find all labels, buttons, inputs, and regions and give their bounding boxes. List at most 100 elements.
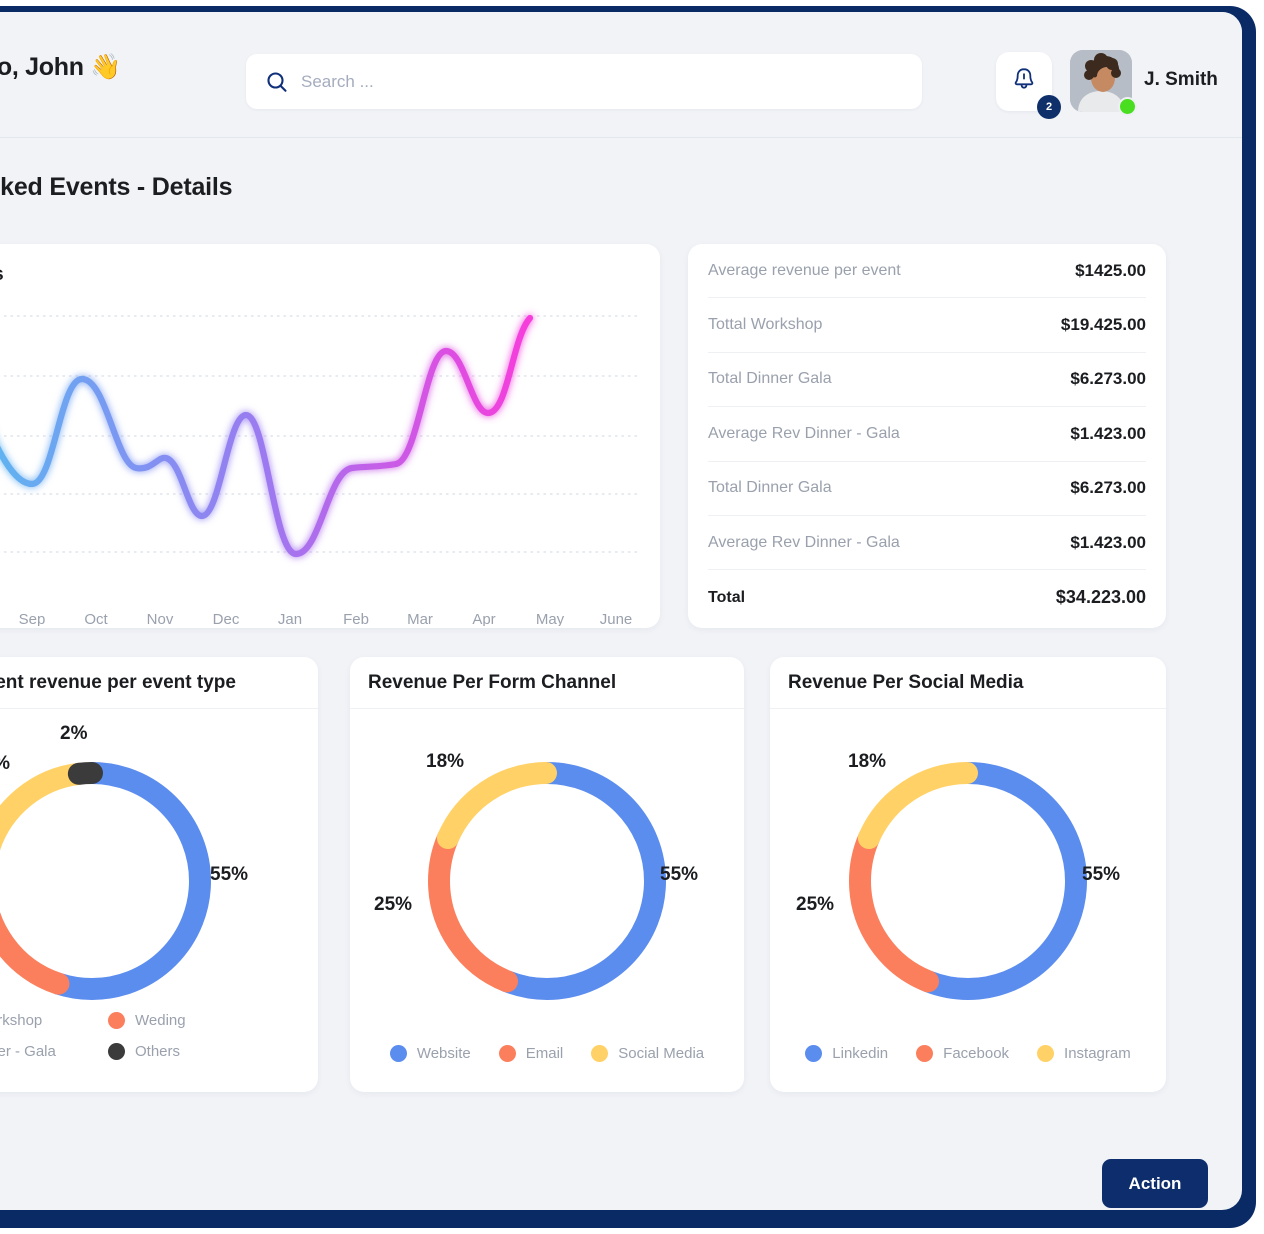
donut-svg <box>0 762 211 1000</box>
greeting-text: ello, John 👋 <box>0 53 122 81</box>
avatar-wrapper[interactable] <box>1070 50 1137 116</box>
sales-chart-card: Sales <box>0 244 660 628</box>
donut-card-form-channel: Revenue Per Form Channel 18% 25% 55% Web… <box>350 657 744 1092</box>
stat-label: Tottal Workshop <box>708 316 823 334</box>
legend-dot-instagram <box>1037 1045 1055 1062</box>
sales-chart-title: Sales <box>0 264 4 286</box>
donut-pct-facebook: 25% <box>796 894 835 915</box>
donut-svg <box>849 762 1087 1000</box>
bell-icon <box>1011 66 1037 98</box>
stat-value-total: $34.223.00 <box>1055 587 1146 608</box>
legend-label: Website <box>416 1045 471 1062</box>
action-button[interactable]: Action <box>1102 1159 1208 1208</box>
stat-label: Average revenue per event <box>708 261 901 279</box>
stat-value: $1.423.00 <box>1070 423 1146 443</box>
stat-label: Total Dinner Gala <box>708 370 832 388</box>
search-box[interactable] <box>246 54 922 109</box>
user-name: J. Smith <box>1144 69 1218 90</box>
sales-line-chart: 10000 8000 4000 2000 00 Sep Oct Nov Dec … <box>0 314 639 626</box>
app-header: ello, John 👋 2 <box>0 12 1242 138</box>
legend-dot-email <box>498 1045 516 1062</box>
stat-label: Average Rev Dinner - Gala <box>708 424 900 442</box>
svg-text:Nov: Nov <box>147 611 174 626</box>
legend-item[interactable]: Others <box>108 1043 248 1060</box>
legend-dot-website <box>389 1045 407 1062</box>
legend-item[interactable]: Email <box>498 1045 564 1062</box>
table-row: Total Dinner Gala $6.273.00 <box>708 462 1146 516</box>
donut-legend: Website Email Social Media <box>350 1045 744 1074</box>
donut-legend: Linkedin Facebook Instagram <box>770 1045 1166 1074</box>
card-title: Revenue Per Social Media <box>788 671 1024 693</box>
online-status-dot <box>1118 97 1137 116</box>
legend-item[interactable]: Instagram <box>1037 1045 1131 1062</box>
legend-label: Diner - Gala <box>0 1043 56 1060</box>
legend-item[interactable]: Diner - Gala <box>0 1043 88 1060</box>
legend-label: Workshop <box>0 1012 43 1029</box>
legend-dot-weding <box>108 1012 125 1029</box>
search-input[interactable] <box>301 71 922 92</box>
svg-text:Jan: Jan <box>278 611 302 626</box>
table-row: Average Rev Dinner - Gala $1.423.00 <box>708 516 1146 571</box>
card-title: Revenue Per Form Channel <box>368 671 617 693</box>
donut-pct-workshop: 55% <box>210 864 249 885</box>
card-header: Revenue Per Form Channel <box>350 657 744 709</box>
svg-text:Sep: Sep <box>19 611 46 626</box>
stat-value: $6.273.00 <box>1070 478 1146 498</box>
legend-item[interactable]: Linkedin <box>805 1045 888 1062</box>
donut-pct-others: 2% <box>60 723 88 744</box>
card-header: Revenue Per Social Media <box>770 657 1166 709</box>
svg-text:Feb: Feb <box>343 611 369 626</box>
stat-label: Total Dinner Gala <box>708 479 832 497</box>
legend-label: Linkedin <box>832 1045 889 1062</box>
legend-label: Facebook <box>943 1045 1010 1062</box>
donut-pct-instagram: 18% <box>848 751 887 772</box>
notifications-button[interactable]: 2 <box>996 52 1061 119</box>
chart-x-ticks: Sep Oct Nov Dec Jan Feb Mar Apr May June <box>19 611 633 626</box>
table-row: Average Rev Dinner - Gala $1.423.00 <box>708 407 1146 462</box>
donut-card-event-type: Percent revenue per event type 2% 18% 25… <box>0 657 318 1092</box>
donut-legend: Workshop Weding Diner - Gala Others <box>0 1012 268 1074</box>
donut-chart-social-media: 18% 25% 55% <box>770 709 1166 1009</box>
donut-card-social-media: Revenue Per Social Media 18% 25% 55% Lin… <box>770 657 1166 1092</box>
donut-chart-form-channel: 18% 25% 55% <box>350 709 744 1009</box>
stat-value: $1425.00 <box>1075 260 1146 280</box>
card-title: Percent revenue per event type <box>0 671 236 693</box>
search-icon <box>265 70 289 94</box>
legend-dot-social-media <box>591 1045 609 1062</box>
app-page: ello, John 👋 2 <box>0 12 1242 1210</box>
svg-text:June: June <box>600 611 633 626</box>
legend-item[interactable]: Facebook <box>916 1045 1009 1062</box>
legend-dot-others <box>108 1043 125 1060</box>
legend-label: Social Media <box>618 1045 705 1062</box>
stat-value: $19.425.00 <box>1060 315 1146 335</box>
legend-label: Email <box>525 1045 564 1062</box>
donut-svg <box>428 762 666 1000</box>
stat-label: Average Rev Dinner - Gala <box>708 533 900 551</box>
legend-item[interactable]: Weding <box>108 1012 248 1029</box>
donut-pct-social: 18% <box>426 751 465 772</box>
stats-table: Average revenue per event $1425.00 Totta… <box>688 244 1166 628</box>
donut-pct-website: 55% <box>660 864 699 885</box>
table-row: Tottal Workshop $19.425.00 <box>708 298 1146 353</box>
table-row: Average revenue per event $1425.00 <box>708 244 1146 299</box>
svg-text:Mar: Mar <box>407 611 433 626</box>
svg-text:Dec: Dec <box>213 611 240 626</box>
table-row: Total Dinner Gala $6.273.00 <box>708 353 1146 408</box>
notification-badge: 2 <box>1037 95 1061 119</box>
legend-label: Instagram <box>1064 1045 1131 1062</box>
legend-label: Weding <box>135 1012 186 1029</box>
svg-text:Oct: Oct <box>84 611 108 626</box>
donut-chart-event-type: 2% 18% 25% 55% <box>0 709 318 1009</box>
legend-item[interactable]: Social Media <box>591 1045 704 1062</box>
donut-pct-linkedin: 55% <box>1082 864 1121 885</box>
legend-dot-facebook <box>916 1045 934 1062</box>
stat-value: $6.273.00 <box>1070 369 1146 389</box>
legend-item[interactable]: Website <box>389 1045 471 1062</box>
svg-text:Apr: Apr <box>472 611 495 626</box>
legend-item[interactable]: Workshop <box>0 1012 88 1029</box>
legend-label: Others <box>135 1043 181 1060</box>
donut-pct-email: 25% <box>374 894 413 915</box>
table-row-total: Total $34.223.00 <box>708 570 1146 624</box>
legend-dot-linkedin <box>805 1045 823 1062</box>
svg-text:May: May <box>536 611 565 626</box>
